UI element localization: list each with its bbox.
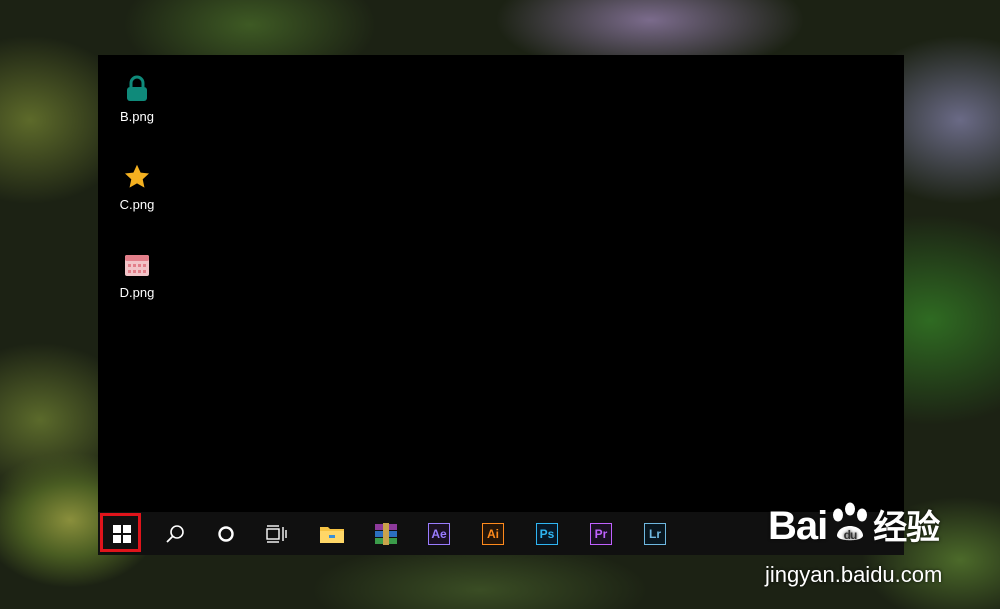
star-icon — [121, 161, 153, 193]
file-explorer-button[interactable] — [310, 512, 354, 555]
paw-logo-icon: du — [833, 502, 868, 542]
desktop-screen: B.png C.png D.png Ae Ai Ps Pr Lr — [98, 55, 904, 555]
start-button-highlight — [100, 513, 141, 552]
lightroom-icon: Lr — [644, 522, 666, 545]
search-icon — [166, 524, 184, 543]
desktop-icon-label: D.png — [119, 285, 155, 300]
calendar-icon — [121, 249, 153, 281]
watermark-brand: Bai du 经验 — [768, 500, 940, 549]
after-effects-icon: Ae — [428, 522, 450, 545]
winrar-button[interactable] — [364, 512, 408, 555]
photoshop-icon: Ps — [536, 522, 558, 545]
desktop-icon-label: C.png — [119, 197, 155, 212]
after-effects-button[interactable]: Ae — [417, 512, 461, 555]
illustrator-button[interactable]: Ai — [471, 512, 515, 555]
svg-text:du: du — [844, 528, 857, 542]
premiere-icon: Pr — [590, 522, 612, 545]
desktop-icon-b[interactable]: B.png — [98, 73, 176, 124]
folder-icon — [320, 526, 344, 543]
premiere-button[interactable]: Pr — [579, 512, 623, 555]
cortana-button[interactable] — [204, 512, 248, 555]
winrar-icon — [375, 522, 397, 545]
task-view-button[interactable] — [255, 512, 299, 555]
desktop-icon-c[interactable]: C.png — [98, 161, 176, 212]
search-button[interactable] — [153, 512, 197, 555]
lock-icon — [121, 73, 153, 105]
baidu-jingyan-watermark: Bai du 经验 jingyan.baidu.com — [765, 498, 995, 598]
photoshop-button[interactable]: Ps — [525, 512, 569, 555]
desktop-icon-label: B.png — [120, 109, 154, 124]
lightroom-button[interactable]: Lr — [633, 512, 677, 555]
desktop-icon-d[interactable]: D.png — [98, 249, 176, 300]
cortana-circle-icon — [218, 525, 234, 542]
task-view-icon — [266, 524, 287, 543]
watermark-url: jingyan.baidu.com — [765, 562, 943, 587]
illustrator-icon: Ai — [482, 522, 504, 545]
